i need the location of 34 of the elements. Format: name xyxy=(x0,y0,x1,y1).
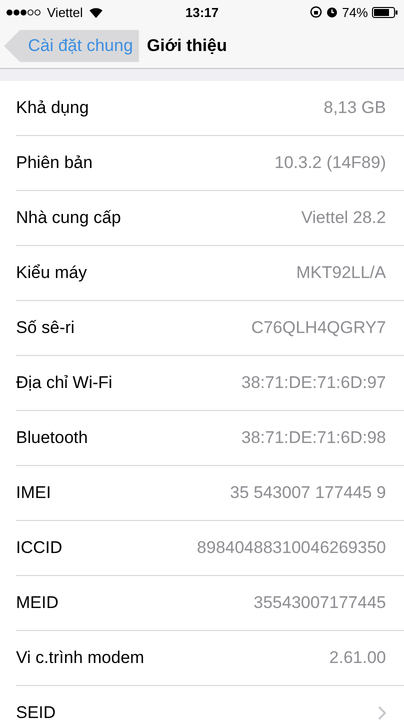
row-label: IMEI xyxy=(16,483,51,503)
row-value: 35543007177445 xyxy=(254,593,386,613)
row-value: 38:71:DE:71:6D:98 xyxy=(241,428,386,448)
row-label: Phiên bản xyxy=(16,153,93,173)
row-value: 2.61.00 xyxy=(329,648,386,668)
carrier-name: Viettel xyxy=(47,4,83,20)
row-label: MEID xyxy=(16,593,58,613)
battery-percent: 74% xyxy=(342,4,368,20)
alarm-clock-icon xyxy=(326,6,338,18)
row-label: Số sê-ri xyxy=(16,318,75,338)
row-label: SEID xyxy=(16,703,56,720)
row-label: Vi c.trình modem xyxy=(16,648,144,668)
row-label: Bluetooth xyxy=(16,428,88,448)
row-label: Khả dụng xyxy=(16,98,89,118)
battery-icon xyxy=(372,6,398,18)
row-label: ICCID xyxy=(16,538,62,558)
row-value: MKT92LL/A xyxy=(296,263,386,283)
row-label: Kiểu máy xyxy=(16,263,87,283)
page-title: Giới thiệu xyxy=(146,36,227,56)
wifi-icon xyxy=(88,6,103,18)
row-label: Địa chỉ Wi-Fi xyxy=(16,373,112,393)
clock-time: 13:17 xyxy=(185,4,219,20)
row-value: 10.3.2 (14F89) xyxy=(274,153,386,173)
row-value: 89840488310046269350 xyxy=(196,538,386,558)
rotation-lock-icon xyxy=(310,6,322,18)
row-value: 38:71:DE:71:6D:97 xyxy=(241,373,386,393)
row-label: Nhà cung cấp xyxy=(16,208,121,228)
row-value: C76QLH4QGRY7 xyxy=(251,318,386,338)
row-value: Viettel 28.2 xyxy=(301,208,386,228)
chevron-icon[interactable] xyxy=(378,706,386,720)
row-value: 35 543007 177445 9 xyxy=(230,483,386,503)
signal-strength-icon xyxy=(6,8,42,16)
back-button[interactable]: Cài đặt chung xyxy=(4,30,139,62)
row-value: 8,13 GB xyxy=(324,98,386,118)
